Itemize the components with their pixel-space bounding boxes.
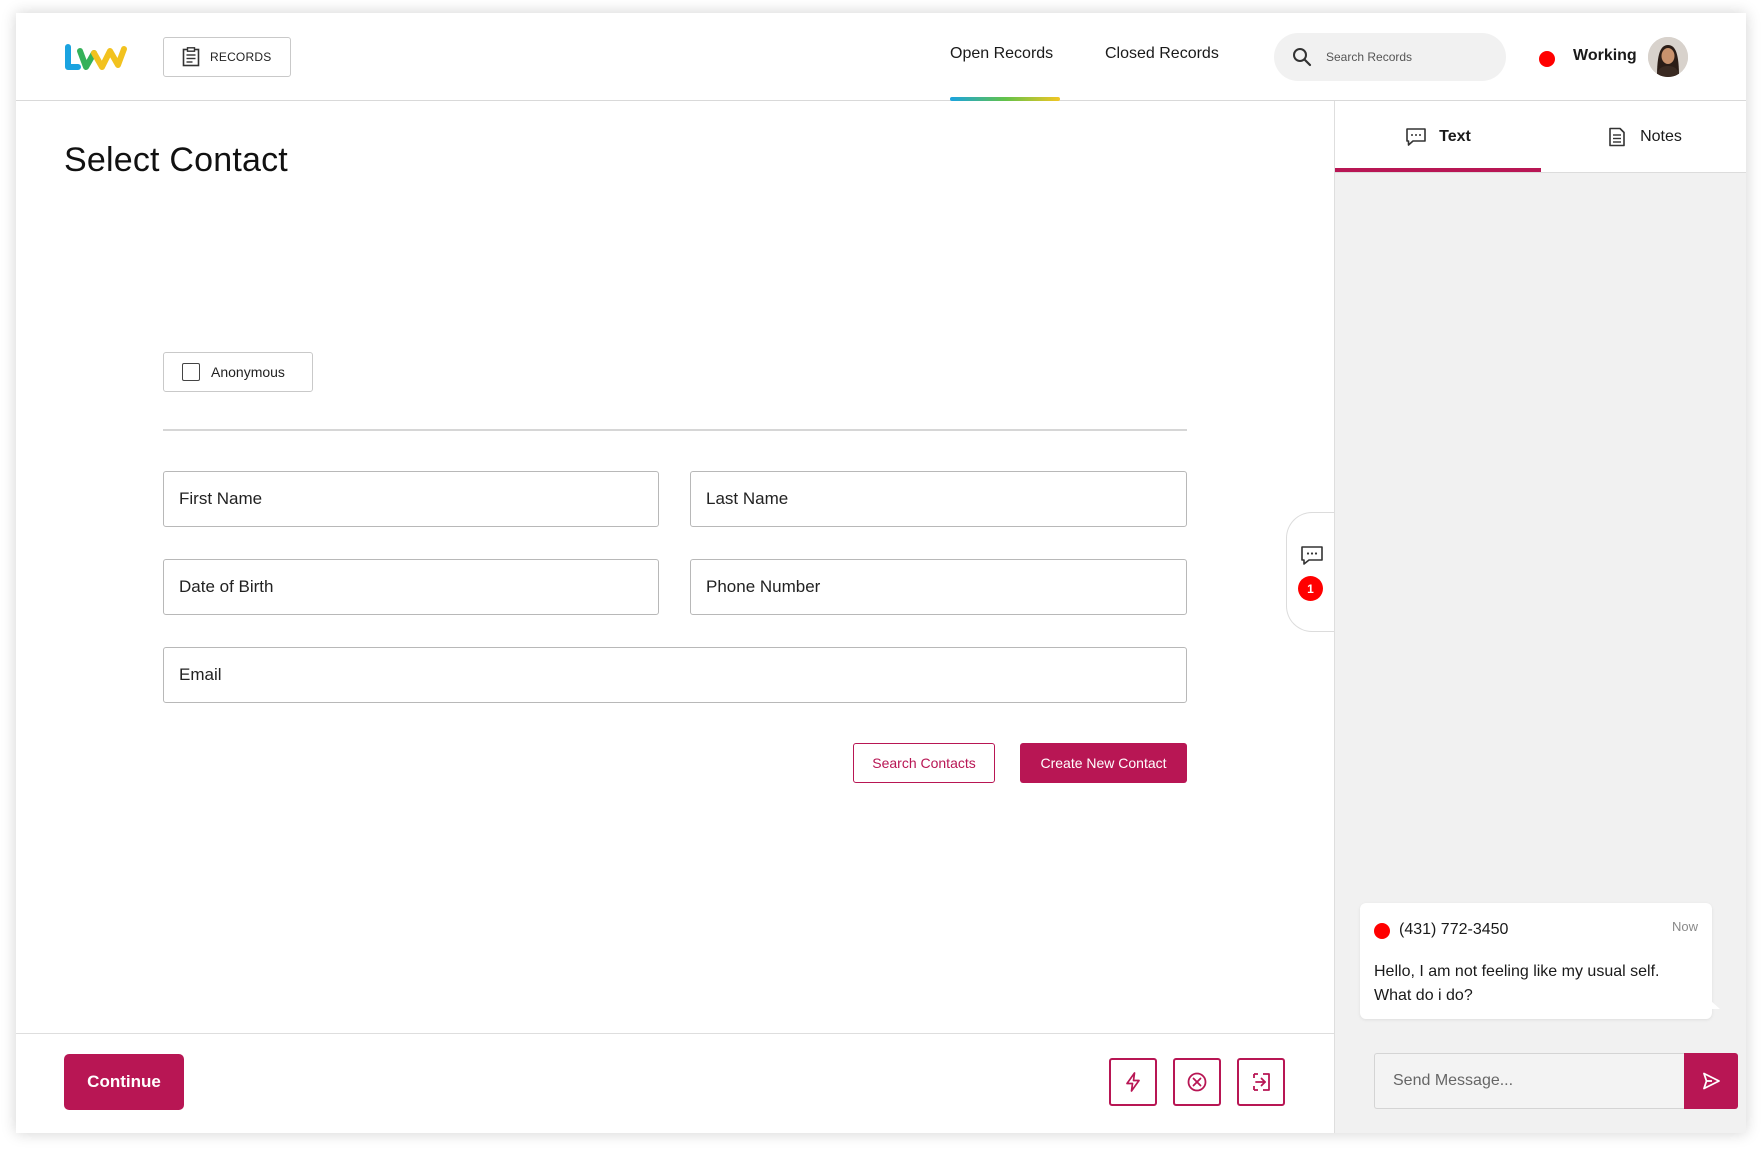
close-circle-icon	[1187, 1072, 1207, 1092]
avatar[interactable]	[1648, 37, 1688, 77]
active-tab-indicator	[950, 97, 1060, 101]
first-name-input[interactable]	[179, 489, 658, 509]
send-icon	[1703, 1072, 1720, 1090]
app-window: RECORDS Open Records Closed Records Work…	[16, 13, 1746, 1133]
send-button[interactable]	[1684, 1053, 1738, 1109]
search-icon	[1293, 48, 1312, 67]
panel-tabs: Text Notes	[1335, 101, 1746, 173]
email-field[interactable]	[163, 647, 1187, 703]
exit-icon	[1253, 1073, 1270, 1091]
chat-icon	[1406, 128, 1426, 146]
search-bar[interactable]	[1274, 33, 1506, 81]
send-message-input[interactable]	[1374, 1053, 1684, 1109]
chat-icon	[1301, 546, 1323, 565]
records-button-label: RECORDS	[210, 50, 272, 64]
search-input[interactable]	[1326, 50, 1476, 64]
tab-text-label: Text	[1439, 128, 1471, 145]
phone-number-input[interactable]	[706, 577, 1186, 597]
last-name-field[interactable]	[690, 471, 1187, 527]
cancel-record-button[interactable]	[1173, 1058, 1221, 1106]
tab-notes[interactable]: Notes	[1541, 101, 1746, 173]
quick-action-button[interactable]	[1109, 1058, 1157, 1106]
status-indicator	[1539, 51, 1555, 67]
sender-status-dot	[1374, 923, 1390, 939]
create-new-contact-button[interactable]: Create New Contact	[1020, 743, 1187, 783]
anonymous-label: Anonymous	[211, 364, 285, 380]
page-title: Select Contact	[64, 141, 288, 179]
message-body: Hello, I am not feeling like my usual se…	[1374, 963, 1660, 1004]
incoming-message[interactable]: (431) 772-3450 Now Hello, I am not feeli…	[1360, 903, 1720, 1019]
section-divider	[163, 429, 1187, 431]
phone-number-field[interactable]	[690, 559, 1187, 615]
records-button[interactable]: RECORDS	[163, 37, 291, 77]
active-panel-tab-indicator	[1335, 168, 1541, 172]
tab-text[interactable]: Text	[1335, 101, 1541, 173]
message-timestamp: Now	[1671, 919, 1698, 934]
message-sender-phone: (431) 772-3450	[1399, 921, 1509, 938]
lightning-icon	[1126, 1072, 1140, 1092]
conversation-panel: Text Notes (431) 772-3450 Now Hello, I a…	[1334, 101, 1746, 1133]
unread-badge: 1	[1298, 576, 1323, 601]
status-label[interactable]: Working	[1573, 47, 1637, 65]
message-composer	[1374, 1053, 1738, 1109]
tab-closed-records[interactable]: Closed Records	[1105, 45, 1219, 63]
bottom-action-bar: Continue	[16, 1033, 1334, 1133]
email-input[interactable]	[179, 665, 1186, 685]
anonymous-toggle[interactable]: Anonymous	[163, 352, 313, 392]
chat-toggle-handle[interactable]: 1	[1286, 512, 1338, 632]
clipboard-icon	[182, 47, 200, 67]
last-name-input[interactable]	[706, 489, 1186, 509]
document-icon	[1609, 127, 1625, 147]
tab-open-records[interactable]: Open Records	[950, 45, 1053, 63]
search-contacts-button[interactable]: Search Contacts	[853, 743, 995, 783]
anonymous-checkbox[interactable]	[182, 363, 200, 381]
tab-notes-label: Notes	[1640, 128, 1682, 145]
date-of-birth-input[interactable]	[179, 577, 658, 597]
exit-record-button[interactable]	[1237, 1058, 1285, 1106]
first-name-field[interactable]	[163, 471, 659, 527]
top-header: RECORDS Open Records Closed Records Work…	[16, 13, 1746, 101]
continue-button[interactable]: Continue	[64, 1054, 184, 1110]
brand-logo[interactable]	[64, 43, 130, 73]
date-of-birth-field[interactable]	[163, 559, 659, 615]
